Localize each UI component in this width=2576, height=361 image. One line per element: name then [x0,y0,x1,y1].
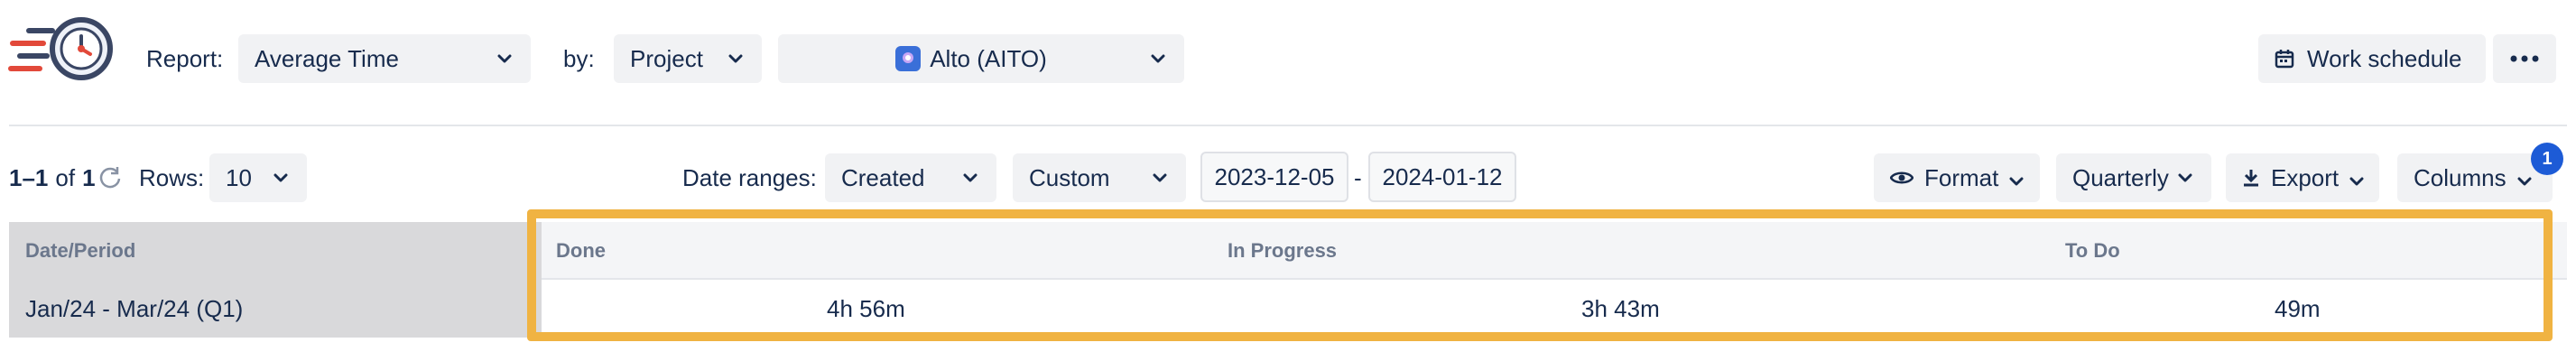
by-label: by: [563,45,595,72]
more-icon [2510,55,2539,62]
cell-to-do: 49m [2275,294,2321,322]
period-select[interactable]: Quarterly [2056,153,2211,202]
by-select-value: Project [630,44,703,72]
pagination-total: 1 [82,164,96,191]
project-select-value: Alto (AITO) [930,44,1047,72]
period-select-value: Quarterly [2072,163,2169,191]
table-row: 4h 56m 3h 43m 49m [542,280,2567,338]
header-to-do: To Do [2065,239,2120,262]
project-avatar-icon [895,46,922,71]
chevron-down-icon [960,168,980,188]
header-date-period: Date/Period [25,239,136,262]
columns-button[interactable]: Columns [2397,153,2553,202]
report-table: Date/Period Jan/24 - Mar/24 (Q1) Done In… [9,222,2567,338]
chevron-down-icon [2517,164,2532,192]
by-select[interactable]: Project [614,34,762,83]
date-from-input[interactable]: 2023-12-05 [1200,152,1348,202]
rows-select[interactable]: 10 [209,153,307,202]
data-columns: Done In Progress To Do 4h 56m 3h 43m 49m [542,222,2567,338]
chevron-down-icon [2349,164,2364,192]
header-done: Done [556,239,606,262]
date-separator: - [1354,164,1362,191]
columns-label: Columns [2414,163,2507,191]
range-type-select[interactable]: Custom [1013,153,1186,202]
project-select[interactable]: Alto (AITO) [778,34,1184,83]
header-divider [9,125,2567,126]
pagination-info: 1–1 of 1 [9,164,96,192]
columns-count-badge: 1 [2531,143,2563,175]
rows-select-value: 10 [226,163,252,191]
format-button[interactable]: Format [1874,153,2040,202]
cell-done: 4h 56m [827,294,905,322]
format-label: Format [1924,163,1999,191]
work-schedule-label: Work schedule [2307,44,2462,72]
header-in-progress: In Progress [1228,239,1338,262]
pagination-range: 1–1 [9,164,49,191]
eye-icon [1890,170,1913,186]
pagination-of: of [55,164,76,191]
chevron-down-icon [271,168,291,188]
chevron-down-icon [2175,168,2195,188]
cell-period: Jan/24 - Mar/24 (Q1) [25,294,244,322]
calendar-icon [2275,49,2294,69]
report-select-value: Average Time [255,44,399,72]
chevron-down-icon [495,49,514,69]
export-label: Export [2271,163,2340,191]
date-ranges-label: Date ranges: [682,164,817,191]
table-header-row: Done In Progress To Do [542,222,2567,280]
date-field-select[interactable]: Created [825,153,996,202]
work-schedule-button[interactable]: Work schedule [2258,34,2486,83]
report-select[interactable]: Average Time [238,34,531,83]
report-label: Report: [146,45,224,72]
app-logo-icon [7,13,116,85]
refresh-icon[interactable] [97,164,123,190]
rows-label: Rows: [139,164,205,191]
date-field-value: Created [841,163,925,191]
cell-in-progress: 3h 43m [1581,294,1660,322]
chevron-down-icon [1150,168,1170,188]
chevron-down-icon [726,49,746,69]
range-type-value: Custom [1029,163,1110,191]
chevron-down-icon [2009,164,2024,192]
chevron-down-icon [1148,49,1168,69]
export-button[interactable]: Export [2226,153,2379,202]
more-actions-button[interactable] [2493,34,2556,83]
date-to-input[interactable]: 2024-01-12 [1368,152,1516,202]
download-icon [2242,168,2260,188]
